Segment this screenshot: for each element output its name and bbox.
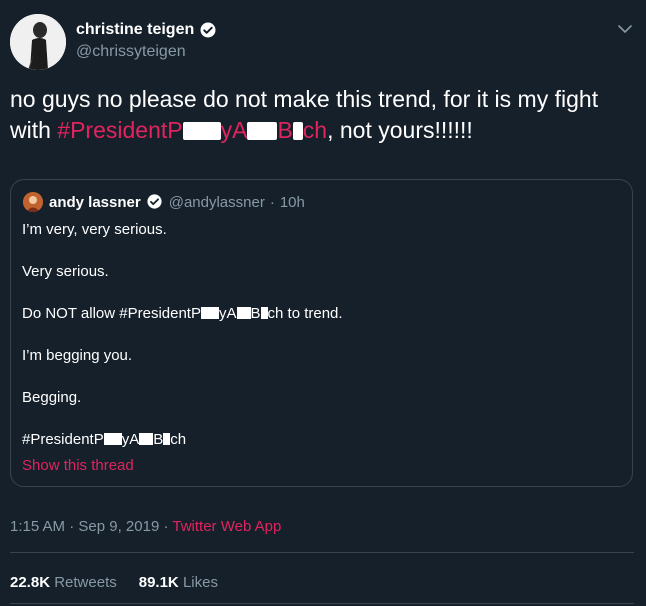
quoted-line: Begging. — [22, 389, 82, 406]
separator-dot: · — [69, 518, 79, 535]
tweet-meta: 1:15 AM · Sep 9, 2019 · Twitter Web App — [10, 518, 281, 535]
quoted-line: I’m begging you. — [22, 347, 133, 364]
quoted-author-name: andy lassner — [49, 193, 141, 211]
tweet-time[interactable]: 1:15 AM — [10, 518, 65, 535]
quoted-tweet[interactable]: andy lassner @andylassner · 10h I’m very… — [10, 179, 633, 487]
author-name[interactable]: christine teigen — [76, 21, 194, 39]
tweet: christine teigen @chrissyteigen no guys … — [0, 0, 646, 606]
author-handle[interactable]: @chrissyteigen — [76, 43, 186, 61]
separator-dot: · — [269, 193, 275, 211]
verified-badge-icon — [199, 21, 217, 39]
verified-badge-icon — [146, 193, 164, 211]
show-thread-link[interactable]: Show this thread — [22, 457, 134, 474]
hashtag-link[interactable]: #PresidentP yA Bch — [57, 117, 327, 143]
source-app-link[interactable]: Twitter Web App — [172, 518, 281, 535]
retweets-stat[interactable]: 22.8K Retweets — [10, 574, 117, 591]
likes-stat[interactable]: 89.1K Likes — [139, 574, 218, 591]
tweet-text: no guys no please do not make this trend… — [10, 86, 599, 143]
quoted-line: Very serious. — [22, 263, 109, 280]
author-avatar[interactable] — [10, 14, 66, 70]
tweet-stats: 22.8K Retweets 89.1K Likes — [10, 574, 218, 591]
quoted-header: andy lassner @andylassner · 10h — [49, 193, 305, 211]
tweet-date[interactable]: Sep 9, 2019 — [78, 518, 159, 535]
quoted-author-handle: @andylassner — [168, 193, 265, 211]
quoted-line: I’m very, very serious. — [22, 221, 167, 238]
quoted-line: Do NOT allow #PresidentP yA Bch to trend. — [22, 305, 343, 322]
quoted-time: 10h — [279, 193, 305, 211]
chevron-down-icon[interactable] — [616, 20, 634, 38]
quoted-line: #PresidentP yA Bch — [22, 431, 187, 448]
author-name-row[interactable]: christine teigen — [76, 21, 217, 39]
divider — [10, 603, 634, 604]
divider — [10, 552, 634, 553]
quoted-author-avatar — [23, 192, 43, 212]
